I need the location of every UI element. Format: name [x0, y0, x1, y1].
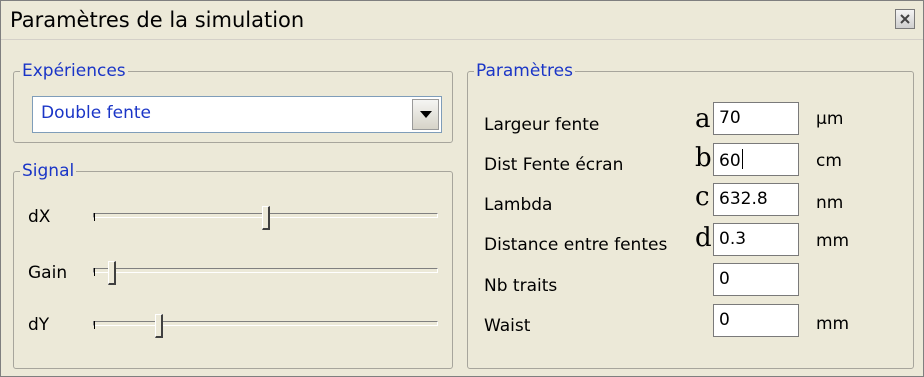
dx-slider-tick [94, 213, 95, 221]
slit-spacing-value: 0.3 [719, 229, 747, 249]
gain-slider-tick [94, 268, 95, 276]
line-count-value: 0 [719, 269, 730, 289]
dy-slider-tick [94, 321, 95, 329]
slit-screen-distance-unit: cm [816, 151, 842, 171]
signal-legend: Signal [22, 161, 75, 181]
slider-label-gain: Gain [28, 263, 68, 283]
param-marker-a: a [695, 104, 711, 134]
param-label-slit-width: Largeur fente [484, 115, 600, 135]
lambda-value: 632.8 [719, 189, 768, 209]
waist-value: 0 [719, 310, 730, 330]
slit-spacing-input[interactable]: 0.3 [713, 223, 799, 256]
slit-width-unit: µm [816, 109, 844, 129]
dx-slider-thumb[interactable] [261, 206, 270, 230]
experience-select[interactable]: Double fente [32, 96, 442, 133]
signal-group: Signal [13, 161, 453, 369]
param-label-lambda: Lambda [484, 195, 553, 215]
simulation-settings-dialog: Paramètres de la simulation Expériences … [0, 0, 924, 377]
window-title: Paramètres de la simulation [10, 8, 305, 32]
slit-spacing-unit: mm [816, 231, 850, 251]
lambda-unit: nm [816, 193, 844, 213]
parameters-legend: Paramètres [476, 61, 573, 81]
chevron-down-icon [420, 111, 432, 118]
param-label-slit-screen-distance: Dist Fente écran [484, 155, 624, 175]
waist-input[interactable]: 0 [713, 304, 799, 337]
close-button[interactable] [895, 9, 915, 29]
param-label-waist: Waist [484, 316, 531, 336]
dy-slider-track[interactable] [93, 321, 438, 326]
dropdown-button[interactable] [412, 99, 439, 130]
param-marker-b: b [695, 143, 712, 173]
param-label-slit-spacing: Distance entre fentes [484, 235, 668, 255]
line-count-input[interactable]: 0 [713, 263, 799, 296]
param-label-line-count: Nb traits [484, 276, 558, 296]
gain-slider-thumb[interactable] [107, 261, 116, 285]
slit-width-input[interactable]: 70 [713, 102, 799, 135]
param-marker-d: d [695, 223, 712, 253]
slider-label-dy: dY [28, 315, 50, 335]
title-bar[interactable]: Paramètres de la simulation [1, 1, 923, 40]
text-cursor [741, 149, 743, 169]
waist-unit: mm [816, 314, 850, 334]
dy-slider-thumb[interactable] [154, 314, 163, 338]
slit-screen-distance-value: 60 [719, 151, 741, 171]
param-marker-c: c [695, 182, 710, 212]
lambda-input[interactable]: 632.8 [713, 183, 799, 216]
slit-width-value: 70 [719, 108, 741, 128]
close-icon [900, 14, 910, 24]
slit-screen-distance-input[interactable]: 60 [713, 143, 799, 176]
gain-slider-track[interactable] [93, 268, 438, 273]
experiences-legend: Expériences [22, 61, 126, 81]
slider-label-dx: dX [28, 207, 51, 227]
experience-select-value: Double fente [41, 103, 151, 123]
